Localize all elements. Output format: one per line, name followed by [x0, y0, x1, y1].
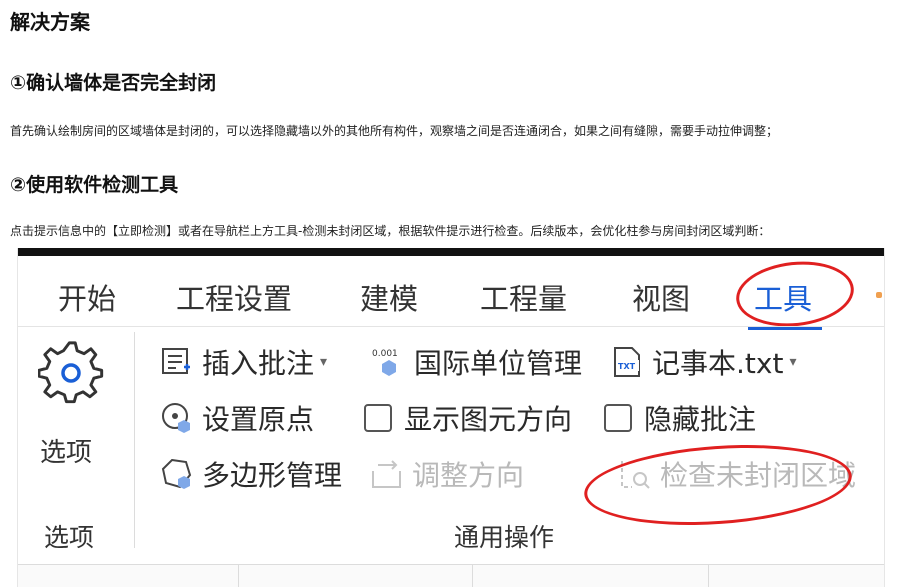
txt-icon-text: TXT	[618, 362, 636, 371]
options-button[interactable]: 选项	[32, 340, 112, 470]
options-group-label: 选项	[44, 523, 95, 552]
insert-comment-button[interactable]: 插入批注 ▾	[160, 340, 327, 384]
ribbon-bottom-bar	[18, 564, 884, 587]
hide-comment-checkbox[interactable]: 隐藏批注	[604, 396, 756, 440]
polygon-icon	[160, 457, 194, 491]
insert-comment-label: 插入批注	[202, 347, 315, 380]
cell-divider	[238, 565, 239, 587]
tab-project-settings[interactable]: 工程设置	[176, 276, 292, 318]
origin-icon	[160, 401, 194, 435]
group-separator	[134, 332, 135, 548]
intl-units-label: 国际单位管理	[414, 347, 583, 380]
ribbon-screenshot: 开始 工程设置 建模 工程量 视图 工具 选项 选项 插入批注 ▾ 0.001 …	[17, 248, 885, 587]
unit-icon: 0.001	[372, 345, 406, 379]
step1-title: ①确认墙体是否完全封闭	[10, 72, 217, 94]
cell-divider	[472, 565, 473, 587]
txt-file-icon: TXT	[610, 345, 644, 379]
window-top-bar	[18, 248, 884, 256]
set-origin-label: 设置原点	[202, 403, 315, 436]
notepad-label: 记事本.txt	[652, 347, 784, 380]
polygon-mgmt-button[interactable]: 多边形管理	[160, 452, 342, 496]
adjust-direction-button[interactable]: 调整方向	[370, 452, 524, 496]
step2-title: ②使用软件检测工具	[10, 174, 179, 196]
adjust-direction-label: 调整方向	[412, 459, 525, 492]
step2-text: 点击提示信息中的【立即检测】或者在导航栏上方工具-检测未封闭区域，根据软件提示进…	[10, 224, 771, 238]
set-origin-button[interactable]: 设置原点	[160, 396, 314, 440]
tab-modeling[interactable]: 建模	[360, 276, 418, 318]
gear-icon	[38, 341, 104, 404]
polygon-mgmt-label: 多边形管理	[202, 459, 343, 492]
tab-overflow-indicator	[876, 292, 882, 298]
tab-start[interactable]: 开始	[58, 276, 116, 318]
chevron-down-icon[interactable]: ▾	[320, 354, 327, 370]
article-heading: 解决方案	[10, 10, 90, 34]
common-group-label: 通用操作	[454, 523, 555, 552]
show-direction-label: 显示图元方向	[404, 403, 573, 436]
tab-quantities[interactable]: 工程量	[480, 276, 567, 318]
intl-units-button[interactable]: 0.001 国际单位管理	[372, 340, 582, 384]
ribbon-divider	[18, 326, 884, 327]
comment-list-icon	[160, 345, 194, 379]
step1-text: 首先确认绘制房间的区域墙体是封闭的，可以选择隐藏墙以外的其他所有构件，观察墙之间…	[10, 124, 779, 138]
options-button-label: 选项	[40, 438, 93, 468]
tab-view[interactable]: 视图	[632, 276, 690, 318]
hide-comment-label: 隐藏批注	[644, 403, 757, 436]
cell-divider	[708, 565, 709, 587]
unit-icon-text: 0.001	[372, 349, 398, 359]
show-direction-checkbox[interactable]: 显示图元方向	[364, 396, 572, 440]
checkbox-icon[interactable]	[364, 404, 392, 432]
adjust-direction-icon	[370, 457, 404, 491]
notepad-button[interactable]: TXT 记事本.txt ▾	[610, 340, 796, 384]
chevron-down-icon[interactable]: ▾	[789, 354, 796, 370]
checkbox-icon[interactable]	[604, 404, 632, 432]
